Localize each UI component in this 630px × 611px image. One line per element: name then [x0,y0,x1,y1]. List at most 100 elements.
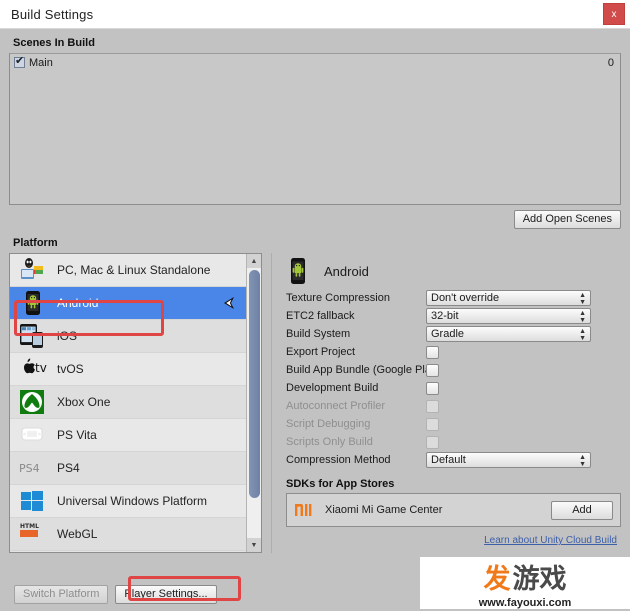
android-settings-panel: Android Texture Compression Don't overri… [271,253,621,553]
android-settings-header: Android [286,253,621,289]
dropdown-value: 32-bit [431,310,459,322]
setting-label: Export Project [286,346,356,358]
platform-item-label: WebGL [57,527,98,541]
window-title: Build Settings [11,6,94,22]
dropdown-value: Don't override [431,292,500,304]
scene-index: 0 [607,56,614,69]
ps4-icon: PS4 [18,455,48,481]
scenes-in-build-list[interactable]: Main 0 [9,53,621,205]
scene-name: Main [29,56,53,69]
setting-label: Build App Bundle (Google Pla [286,364,426,376]
setting-label: Script Debugging [286,418,371,430]
platform-section-label: Platform [13,237,58,249]
setting-texture-compression: Texture Compression Don't override ▲ ▼ [286,289,621,307]
scene-checkbox[interactable] [14,55,25,68]
setting-autoconnect-profiler: Autoconnect Profiler [286,397,621,415]
platform-item-standalone[interactable]: PC, Mac & Linux Standalone [10,254,246,287]
compression-method-dropdown[interactable]: Default ▲ ▼ [426,452,591,468]
platform-list-scrollbar[interactable]: ▲ ▼ [246,254,261,552]
svg-text:PS4: PS4 [19,462,40,475]
android-icon [286,257,310,285]
bottom-right-buttons [552,584,616,604]
platform-item-label: iOS [57,329,78,343]
texture-compression-dropdown[interactable]: Don't override ▲ ▼ [426,290,591,306]
close-icon[interactable]: x [603,3,625,25]
scrollbar-thumb[interactable] [248,270,260,498]
scripts-only-build-checkbox [426,435,439,449]
sdk-row: Xiaomi Mi Game Center Add [286,493,621,527]
android-settings-title: Android [324,263,369,279]
cloud-build-link-row: Learn about Unity Cloud Build [286,534,621,546]
script-debugging-checkbox [426,417,439,431]
dropdown-value: Default [431,454,466,466]
platform-item-label: PC, Mac & Linux Standalone [57,263,211,277]
scrollbar-track[interactable] [246,268,261,538]
android-icon [18,290,48,316]
switch-platform-button[interactable]: Switch Platform [14,584,109,604]
platform-item-label: Xbox One [57,395,111,409]
setting-label: Autoconnect Profiler [286,400,386,412]
platform-item-xbox-one[interactable]: Xbox One [10,386,246,419]
build-system-dropdown[interactable]: Gradle ▲ ▼ [426,326,591,342]
platform-item-ps-vita[interactable]: PS Vita [10,419,246,452]
chevron-updown-icon: ▲ ▼ [579,328,586,342]
export-project-checkbox[interactable] [426,345,439,359]
platform-list[interactable]: PC, Mac & Linux Standalone Android iOS t… [9,253,262,553]
scroll-down-icon[interactable]: ▼ [246,538,261,552]
build-app-bundle-checkbox[interactable] [426,363,439,377]
learn-about-unity-cloud-build-link[interactable]: Learn about Unity Cloud Build [484,535,617,546]
sdk-name: Xiaomi Mi Game Center [325,504,443,516]
sdks-section-label: SDKs for App Stores [286,478,395,490]
platform-item-label: tvOS [57,362,84,376]
setting-label: Development Build [286,382,379,394]
platform-item-label: Universal Windows Platform [57,494,208,508]
platform-area: PC, Mac & Linux Standalone Android iOS t… [9,253,621,553]
unity-logo-icon [220,295,236,311]
scroll-up-icon[interactable]: ▲ [246,254,261,268]
setting-label: Compression Method [286,454,391,466]
sdk-add-button[interactable]: Add [551,500,613,520]
svg-text:tv: tv [35,361,47,375]
setting-build-app-bundle: Build App Bundle (Google Pla [286,361,621,379]
platform-item-tvos[interactable]: tv tvOS [10,353,246,386]
setting-etc2-fallback: ETC2 fallback 32-bit ▲ ▼ [286,307,621,325]
setting-build-system: Build System Gradle ▲ ▼ [286,325,621,343]
svg-text:HTML: HTML [20,523,39,530]
setting-export-project: Export Project [286,343,621,361]
tvos-icon: tv [18,356,48,382]
dialog-content: Scenes In Build Main 0 Add Open Scenes P… [0,37,630,553]
ios-icon [18,323,48,349]
setting-label: Scripts Only Build [286,436,373,448]
platform-item-webgl[interactable]: HTML WebGL [10,518,246,551]
webgl-icon: HTML [18,521,48,547]
platform-item-uwp[interactable]: Universal Windows Platform [10,485,246,518]
setting-label: ETC2 fallback [286,310,355,322]
platform-item-android[interactable]: Android [10,287,246,320]
psvita-icon [18,422,48,448]
standalone-icon [18,257,48,283]
platform-item-label: PS4 [57,461,80,475]
setting-scripts-only-build: Scripts Only Build [286,433,621,451]
platform-item-label: Android [57,296,99,310]
dropdown-value: Gradle [431,328,465,340]
add-open-scenes-button[interactable]: Add Open Scenes [513,210,621,229]
build-button[interactable] [552,584,616,604]
scene-row[interactable]: Main 0 [10,54,620,71]
chevron-updown-icon: ▲ ▼ [579,454,586,468]
autoconnect-profiler-checkbox [426,399,439,413]
uwp-icon [18,488,48,514]
setting-script-debugging: Script Debugging [286,415,621,433]
window-titlebar: Build Settings x [0,0,630,29]
platform-item-ios[interactable]: iOS [10,320,246,353]
player-settings-button[interactable]: Player Settings... [115,584,217,604]
chevron-updown-icon: ▲ ▼ [579,310,586,324]
setting-development-build: Development Build [286,379,621,397]
etc2-fallback-dropdown[interactable]: 32-bit ▲ ▼ [426,308,591,324]
dialog-bottom-bar: Switch Platform Player Settings... [0,577,630,611]
development-build-checkbox[interactable] [426,381,439,395]
bottom-left-buttons: Switch Platform Player Settings... [14,584,217,604]
platform-item-ps4[interactable]: PS4 PS4 [10,452,246,485]
setting-label: Texture Compression [286,292,390,304]
xbox-icon [18,389,48,415]
scenes-section-label: Scenes In Build [13,37,95,49]
